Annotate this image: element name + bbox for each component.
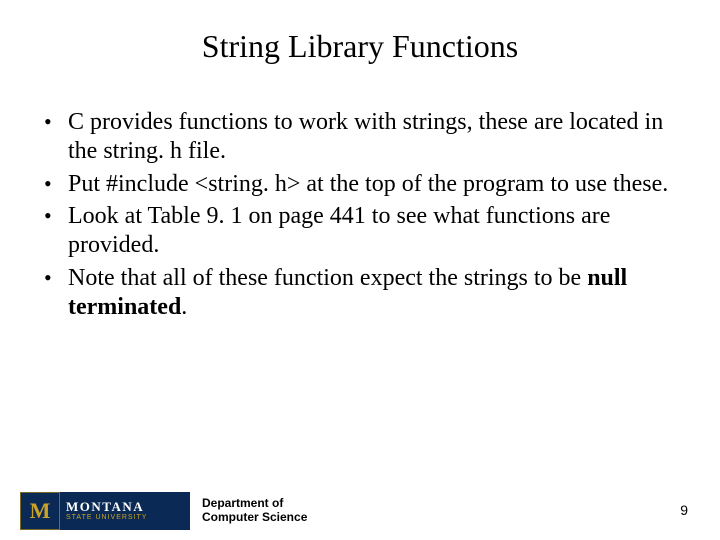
bullet-text: Look at Table 9. 1 on page 441 to see wh…	[68, 203, 610, 258]
msu-crest-letter: M	[21, 493, 59, 529]
slide: String Library Functions C provides func…	[0, 0, 720, 540]
msu-logo: M MONTANA STATE UNIVERSITY	[20, 492, 190, 530]
bullet-text: Put #include <string. h> at the top of t…	[68, 171, 668, 197]
bullet-post: .	[181, 294, 187, 320]
bullet-item: C provides functions to work with string…	[38, 108, 680, 166]
bullet-item: Put #include <string. h> at the top of t…	[38, 170, 680, 199]
department-label: Department of Computer Science	[202, 497, 307, 525]
footer: M MONTANA STATE UNIVERSITY Department of…	[20, 492, 307, 530]
msu-word-sub: STATE UNIVERSITY	[66, 513, 189, 522]
bullet-item: Note that all of these function expect t…	[38, 264, 680, 322]
bullet-text: C provides functions to work with string…	[68, 109, 663, 164]
slide-body: C provides functions to work with string…	[38, 108, 680, 326]
msu-word-main: MONTANA	[66, 500, 189, 513]
dept-line1: Department of	[202, 497, 307, 511]
bullet-item: Look at Table 9. 1 on page 441 to see wh…	[38, 202, 680, 260]
page-number: 9	[680, 502, 688, 518]
msu-wordmark: MONTANA STATE UNIVERSITY	[60, 492, 190, 530]
slide-title: String Library Functions	[0, 28, 720, 65]
bullet-list: C provides functions to work with string…	[38, 108, 680, 322]
bullet-text: Note that all of these function expect t…	[68, 265, 587, 291]
msu-crest-icon: M	[20, 492, 60, 530]
dept-line2: Computer Science	[202, 511, 307, 525]
